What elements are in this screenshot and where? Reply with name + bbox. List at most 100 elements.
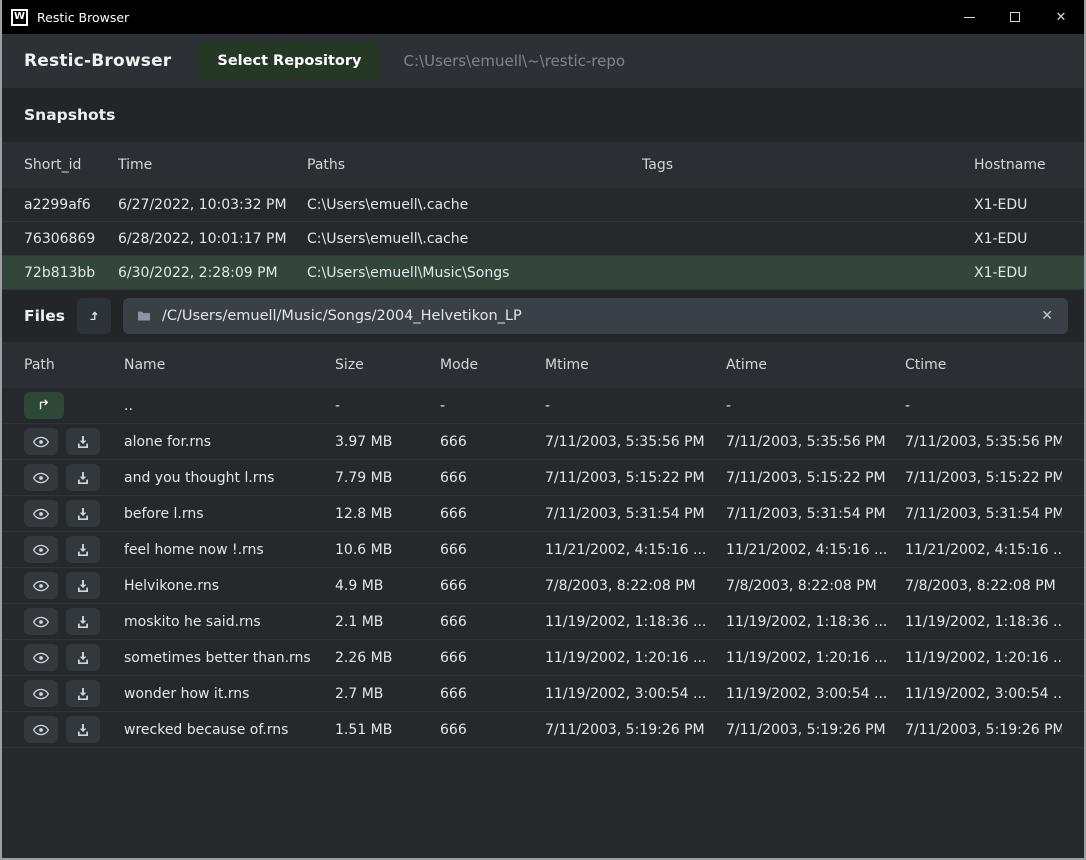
file-mtime: 7/11/2003, 5:19:26 PM [545, 722, 726, 738]
eye-icon [32, 469, 50, 487]
file-size: 2.7 MB [335, 686, 440, 702]
go-up-level-button[interactable] [77, 298, 111, 334]
clear-path-button[interactable]: ✕ [1039, 308, 1055, 324]
preview-file-button[interactable] [24, 536, 58, 563]
preview-file-button[interactable] [24, 428, 58, 455]
preview-file-button[interactable] [24, 644, 58, 671]
preview-file-button[interactable] [24, 608, 58, 635]
download-file-button[interactable] [66, 536, 100, 563]
download-file-button[interactable] [66, 464, 100, 491]
file-name[interactable]: moskito he said.rns [124, 614, 335, 630]
file-atime: 7/11/2003, 5:15:22 PM [726, 470, 905, 486]
download-file-button[interactable] [66, 680, 100, 707]
snapshot-hostname: X1-EDU [974, 197, 1062, 213]
file-row: Helvikone.rns 4.9 MB 666 7/8/2003, 8:22:… [2, 568, 1084, 604]
select-repository-button[interactable]: Select Repository [197, 42, 381, 80]
download-file-button[interactable] [66, 716, 100, 743]
column-paths: Paths [307, 157, 642, 173]
download-file-button[interactable] [66, 608, 100, 635]
current-path-input[interactable]: /C/Users/emuell/Music/Songs/2004_Helveti… [123, 298, 1068, 334]
parent-directory-row: .. - - - - - [2, 388, 1084, 424]
snapshot-hostname: X1-EDU [974, 231, 1062, 247]
snapshot-hostname: X1-EDU [974, 265, 1062, 281]
current-path-value: /C/Users/emuell/Music/Songs/2004_Helveti… [162, 308, 1029, 324]
preview-file-button[interactable] [24, 680, 58, 707]
eye-icon [32, 685, 50, 703]
file-name[interactable]: .. [124, 398, 335, 414]
download-icon [75, 686, 91, 702]
empty-area [2, 748, 1084, 858]
file-mode: 666 [440, 578, 545, 594]
snapshot-row[interactable]: 76306869 6/28/2022, 10:01:17 PM C:\Users… [2, 222, 1084, 256]
file-atime: 11/19/2002, 1:20:16 ... [726, 650, 905, 666]
file-row: moskito he said.rns 2.1 MB 666 11/19/200… [2, 604, 1084, 640]
file-mtime: 7/8/2003, 8:22:08 PM [545, 578, 726, 594]
snapshot-row[interactable]: 72b813bb 6/30/2022, 2:28:09 PM C:\Users\… [2, 256, 1084, 290]
download-file-button[interactable] [66, 572, 100, 599]
file-name[interactable]: Helvikone.rns [124, 578, 335, 594]
file-name[interactable]: and you thought l.rns [124, 470, 335, 486]
file-mtime: 7/11/2003, 5:31:54 PM [545, 506, 726, 522]
download-file-button[interactable] [66, 428, 100, 455]
titlebar[interactable]: W Restic Browser ✕ [2, 0, 1084, 34]
download-file-button[interactable] [66, 644, 100, 671]
file-name[interactable]: feel home now !.rns [124, 542, 335, 558]
repository-path-field[interactable]: C:\Users\emuell\~\restic-repo [403, 52, 625, 70]
files-title: Files [24, 307, 65, 325]
maximize-button[interactable] [992, 0, 1038, 34]
file-name[interactable]: sometimes better than.rns [124, 650, 335, 666]
file-name[interactable]: wonder how it.rns [124, 686, 335, 702]
snapshots-table-header: Short_id Time Paths Tags Hostname [2, 142, 1084, 188]
download-icon [75, 650, 91, 666]
file-row: sometimes better than.rns 2.26 MB 666 11… [2, 640, 1084, 676]
file-mtime: - [545, 398, 726, 414]
download-icon [75, 506, 91, 522]
file-atime: 11/21/2002, 4:15:16 ... [726, 542, 905, 558]
app-icon: W [11, 9, 28, 26]
file-row: alone for.rns 3.97 MB 666 7/11/2003, 5:3… [2, 424, 1084, 460]
download-file-button[interactable] [66, 500, 100, 527]
download-icon [75, 542, 91, 558]
snapshot-short-id: 72b813bb [24, 265, 118, 281]
snapshot-paths: C:\Users\emuell\Music\Songs [307, 265, 642, 281]
minimize-icon [964, 17, 975, 18]
preview-file-button[interactable] [24, 464, 58, 491]
app-window: W Restic Browser ✕ Restic-Browser Select… [0, 0, 1086, 860]
column-atime: Atime [726, 357, 905, 373]
snapshot-short-id: a2299af6 [24, 197, 118, 213]
file-atime: 7/11/2003, 5:35:56 PM [726, 434, 905, 450]
file-atime: - [726, 398, 905, 414]
eye-icon [32, 613, 50, 631]
file-ctime: 7/11/2003, 5:15:22 PM [905, 470, 1062, 486]
file-name[interactable]: before l.rns [124, 506, 335, 522]
column-short-id: Short_id [24, 157, 118, 173]
snapshots-section-title: Snapshots [2, 88, 1084, 142]
download-icon [75, 578, 91, 594]
snapshot-row[interactable]: a2299af6 6/27/2022, 10:03:32 PM C:\Users… [2, 188, 1084, 222]
close-button[interactable]: ✕ [1038, 0, 1084, 34]
open-parent-directory-button[interactable] [24, 392, 64, 419]
file-name[interactable]: wrecked because of.rns [124, 722, 335, 738]
maximize-icon [1010, 12, 1020, 22]
download-icon [75, 470, 91, 486]
snapshot-time: 6/28/2022, 10:01:17 PM [118, 231, 307, 247]
preview-file-button[interactable] [24, 500, 58, 527]
minimize-button[interactable] [946, 0, 992, 34]
preview-file-button[interactable] [24, 716, 58, 743]
clear-icon: ✕ [1041, 308, 1053, 324]
file-ctime: 11/19/2002, 3:00:54 ... [905, 686, 1062, 702]
file-mode: 666 [440, 506, 545, 522]
eye-icon [32, 721, 50, 739]
app-header: Restic-Browser Select Repository C:\User… [2, 34, 1084, 88]
column-path: Path [24, 357, 124, 373]
column-tags: Tags [642, 157, 974, 173]
file-row: and you thought l.rns 7.79 MB 666 7/11/2… [2, 460, 1084, 496]
file-row: wonder how it.rns 2.7 MB 666 11/19/2002,… [2, 676, 1084, 712]
file-size: 2.26 MB [335, 650, 440, 666]
file-size: 4.9 MB [335, 578, 440, 594]
file-size: 2.1 MB [335, 614, 440, 630]
eye-icon [32, 649, 50, 667]
preview-file-button[interactable] [24, 572, 58, 599]
file-name[interactable]: alone for.rns [124, 434, 335, 450]
download-icon [75, 722, 91, 738]
